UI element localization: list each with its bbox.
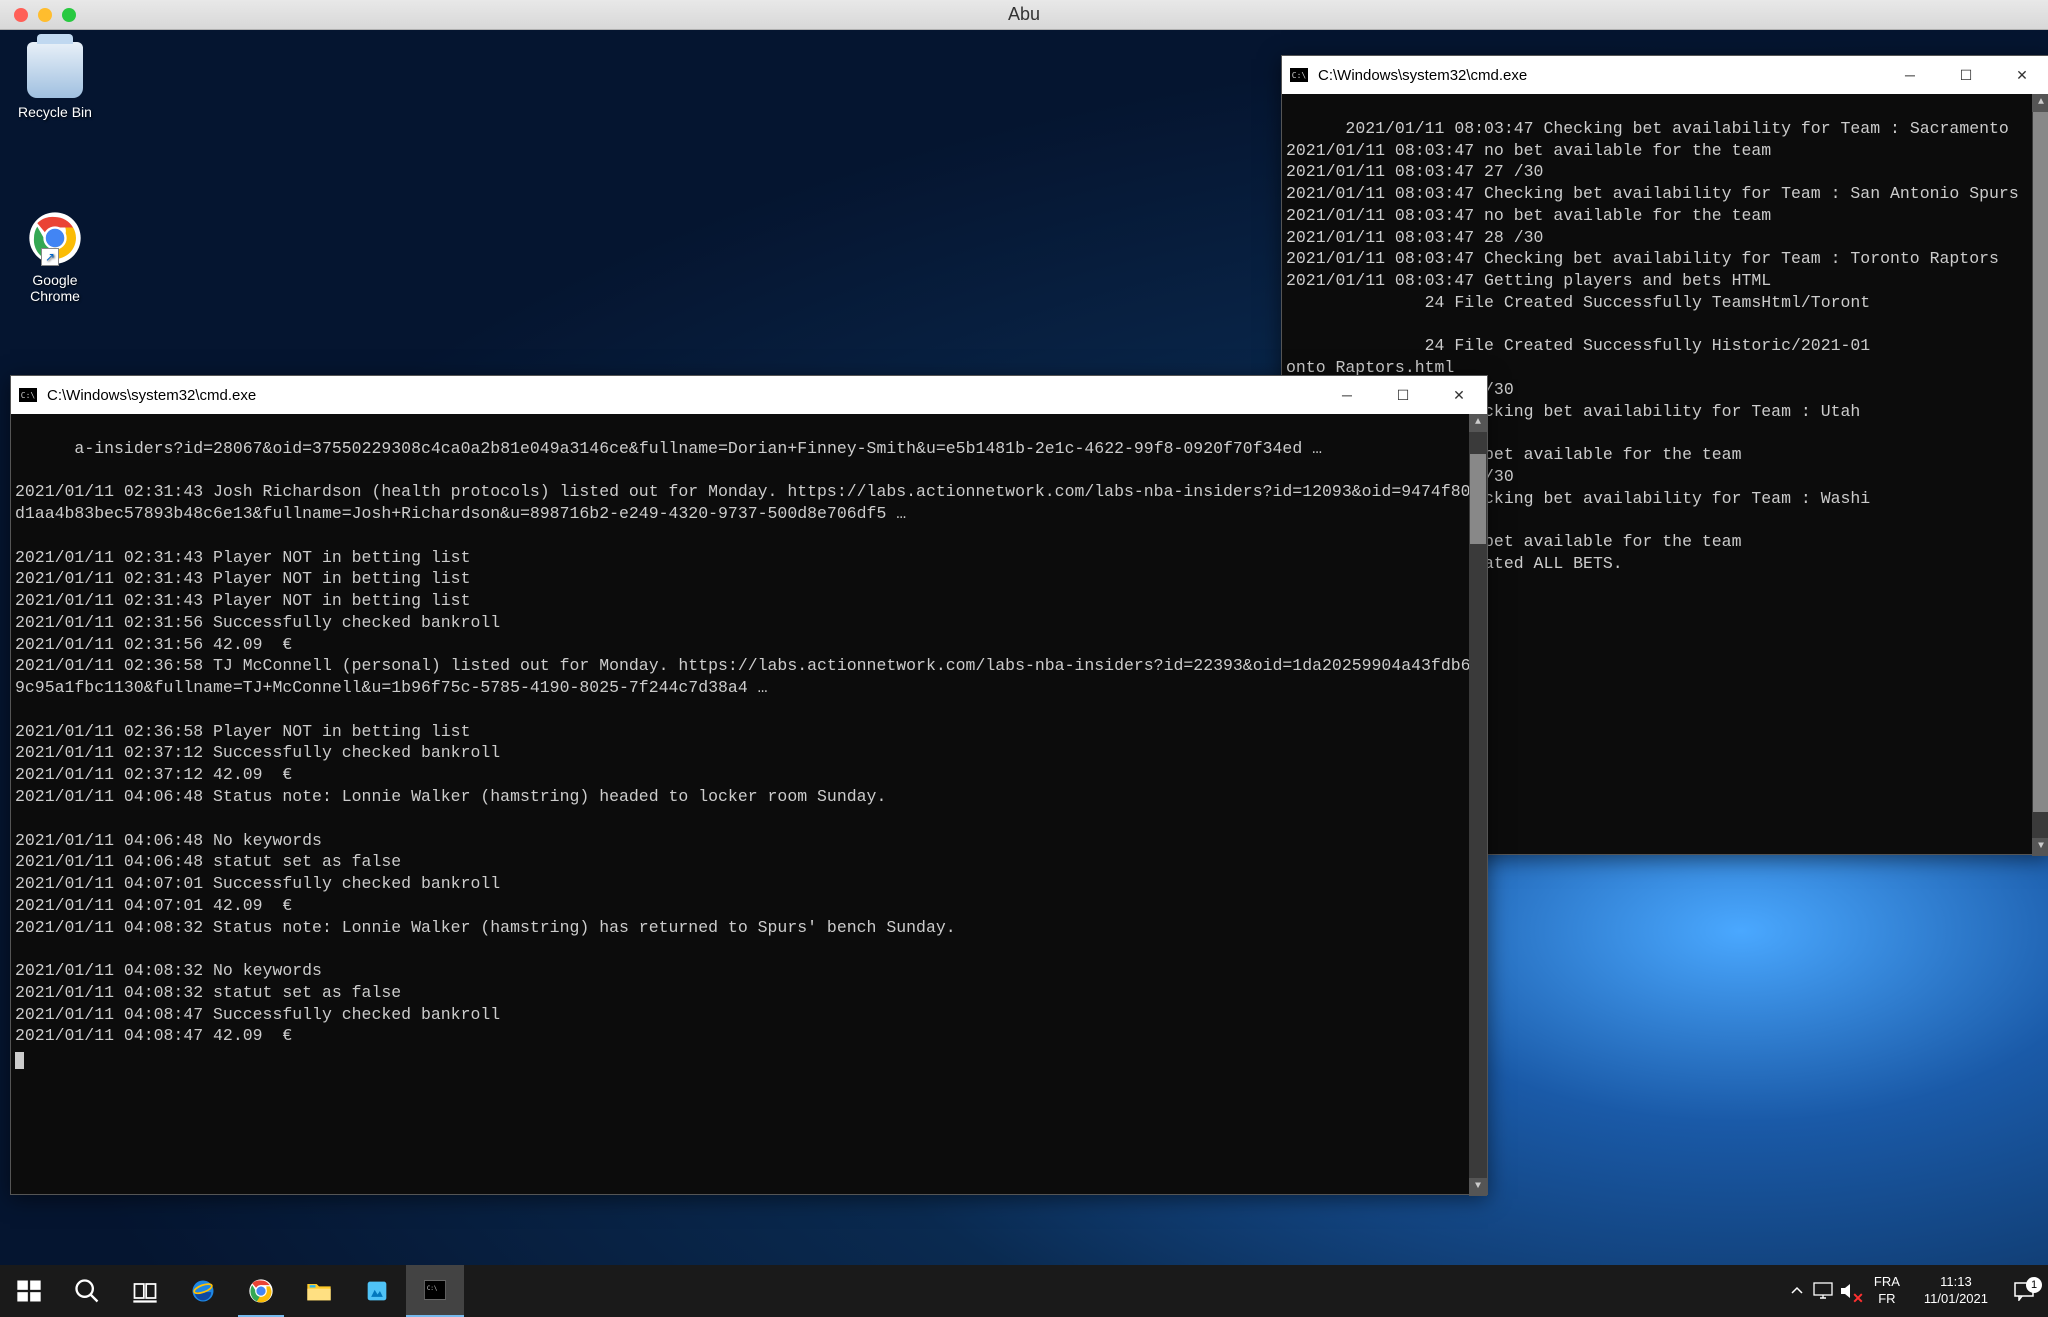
scrollbar[interactable]: ▲ ▼ — [2032, 94, 2048, 856]
scroll-thumb[interactable] — [1470, 454, 1486, 544]
windows-desktop[interactable]: Recycle Bin ↗ Google Chrome C:\Windows\s… — [0, 30, 2048, 1317]
scroll-thumb[interactable] — [2033, 112, 2048, 812]
input-language: FRA — [1874, 1274, 1900, 1291]
mac-close-button[interactable] — [14, 8, 28, 22]
taskbar-cmd[interactable]: C:\ — [406, 1265, 464, 1317]
scroll-down-arrow[interactable]: ▼ — [1469, 1178, 1487, 1196]
windows-taskbar: C:\ ✕ FRA FR 11:13 11/01/2021 — [0, 1265, 2048, 1317]
tray-vm-icon[interactable] — [1810, 1265, 1836, 1317]
language-indicator[interactable]: FRA FR — [1862, 1274, 1912, 1308]
google-chrome-shortcut[interactable]: ↗ Google Chrome — [10, 210, 100, 304]
action-center-button[interactable]: 1 — [2000, 1281, 2048, 1301]
host-window-title: Abu — [1008, 4, 1040, 25]
cmd-icon — [19, 388, 37, 402]
maximize-button[interactable]: ☐ — [1938, 56, 1994, 94]
close-button[interactable]: ✕ — [1431, 376, 1487, 414]
tray-expand-button[interactable] — [1784, 1265, 1810, 1317]
chrome-label: Google Chrome — [10, 272, 100, 304]
search-icon — [73, 1277, 101, 1305]
cmd-right-title: C:\Windows\system32\cmd.exe — [1318, 67, 1527, 84]
keyboard-layout: FR — [1874, 1291, 1900, 1308]
search-button[interactable] — [58, 1265, 116, 1317]
taskbar-ie[interactable] — [174, 1265, 232, 1317]
chevron-up-icon — [1790, 1284, 1804, 1298]
clock[interactable]: 11:13 11/01/2021 — [1912, 1274, 2000, 1308]
task-view-button[interactable] — [116, 1265, 174, 1317]
internet-explorer-icon — [189, 1277, 217, 1305]
cmd-window-left[interactable]: C:\Windows\system32\cmd.exe ─ ☐ ✕ a-insi… — [10, 375, 1488, 1195]
cmd-left-titlebar[interactable]: C:\Windows\system32\cmd.exe ─ ☐ ✕ — [11, 376, 1487, 414]
monitor-icon — [1813, 1282, 1833, 1300]
recycle-bin-icon[interactable]: Recycle Bin — [10, 42, 100, 120]
cmd-icon — [1290, 68, 1308, 82]
cmd-left-title: C:\Windows\system32\cmd.exe — [47, 387, 256, 404]
windows-logo-icon — [15, 1277, 43, 1305]
scroll-up-arrow[interactable]: ▲ — [1469, 414, 1487, 432]
scroll-up-arrow[interactable]: ▲ — [2032, 94, 2048, 112]
date: 11/01/2021 — [1924, 1291, 1988, 1308]
cmd-left-output[interactable]: a-insiders?id=28067&oid=37550229308c4ca0… — [11, 414, 1487, 1196]
shortcut-arrow-icon: ↗ — [41, 248, 59, 266]
minimize-button[interactable]: ─ — [1319, 376, 1375, 414]
mac-zoom-button[interactable] — [62, 8, 76, 22]
folder-icon — [305, 1277, 333, 1305]
chrome-icon — [247, 1277, 275, 1305]
notification-badge: 1 — [2026, 1277, 2042, 1293]
cmd-left-text: a-insiders?id=28067&oid=37550229308c4ca0… — [15, 439, 1480, 1046]
taskbar-app[interactable] — [348, 1265, 406, 1317]
taskbar-chrome[interactable] — [232, 1265, 290, 1317]
svg-text:C:\: C:\ — [427, 1286, 438, 1292]
cursor — [15, 1052, 24, 1069]
scrollbar[interactable]: ▲ ▼ — [1469, 414, 1487, 1196]
mac-minimize-button[interactable] — [38, 8, 52, 22]
host-titlebar: Abu — [0, 0, 2048, 30]
close-button[interactable]: ✕ — [1994, 56, 2048, 94]
minimize-button[interactable]: ─ — [1882, 56, 1938, 94]
task-view-icon — [131, 1277, 159, 1305]
recycle-bin-label: Recycle Bin — [10, 104, 100, 120]
cmd-icon: C:\ — [421, 1276, 449, 1304]
taskbar-file-explorer[interactable] — [290, 1265, 348, 1317]
tray-volume-icon[interactable]: ✕ — [1836, 1265, 1862, 1317]
app-icon — [363, 1277, 391, 1305]
cmd-right-titlebar[interactable]: C:\Windows\system32\cmd.exe ─ ☐ ✕ — [1282, 56, 2048, 94]
scroll-down-arrow[interactable]: ▼ — [2032, 838, 2048, 856]
start-button[interactable] — [0, 1265, 58, 1317]
maximize-button[interactable]: ☐ — [1375, 376, 1431, 414]
time: 11:13 — [1924, 1274, 1988, 1291]
